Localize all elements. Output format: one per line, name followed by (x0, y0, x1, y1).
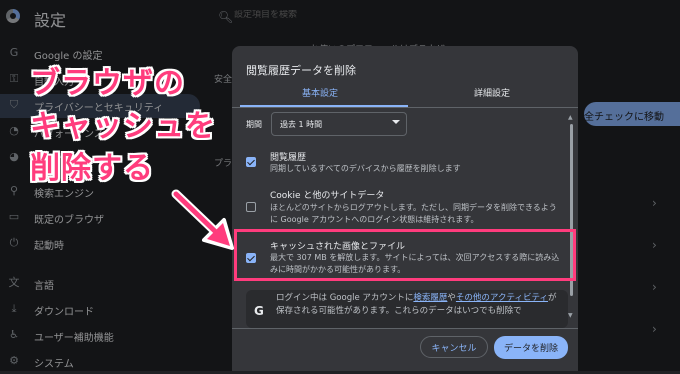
dialog-title: 閲覧履歴データを削除 (246, 64, 356, 77)
info-text-mid: や (447, 293, 456, 303)
scroll-down-arrow-icon[interactable]: ▼ (568, 312, 573, 319)
tab-divider (232, 107, 578, 108)
highlight-box (234, 229, 576, 281)
period-select[interactable]: 過去 1 時間 (271, 112, 407, 136)
cancel-button[interactable]: キャンセル (420, 336, 488, 358)
history-checkbox[interactable] (246, 157, 256, 167)
period-select-value: 過去 1 時間 (280, 120, 323, 129)
delete-data-button[interactable]: データを削除 (494, 336, 568, 359)
annotation-line-1: ブラウザの (30, 66, 185, 101)
other-activity-link[interactable]: その他のアクティビティ (456, 293, 548, 303)
search-history-link[interactable]: 検索履歴 (413, 293, 447, 303)
account-info-text: ログイン中は Google アカウントに検索履歴やその他のアクティビティが保存さ… (276, 292, 562, 318)
cookies-desc: ほとんどのサイトからログアウトします。ただし、同期データを削除できるように Go… (270, 203, 557, 224)
cookies-title: Cookie と他のサイトデータ (270, 191, 385, 201)
annotation-line-3: 削除する (30, 151, 154, 186)
history-desc: 同期しているすべてのデバイスから履歴を削除します (270, 164, 461, 173)
info-text-prefix: ログイン中は Google アカウントに (276, 293, 414, 303)
annotation-line-2: キャッシュを (30, 109, 216, 144)
cookies-checkbox[interactable] (246, 202, 256, 212)
history-title: 閲覧履歴 (270, 153, 307, 163)
annotation-arrow-icon (171, 189, 234, 250)
dropdown-caret-icon (392, 120, 400, 124)
google-icon: G (254, 304, 264, 318)
scroll-up-arrow-icon[interactable]: ▲ (568, 114, 573, 121)
account-info-notice: G ログイン中は Google アカウントに検索履歴やその他のアクティビティが保… (246, 290, 568, 328)
footer-divider (232, 328, 578, 329)
clear-browsing-data-dialog: 閲覧履歴データを削除 基本設定 詳細設定 期間 過去 1 時間 閲覧履歴 同期し… (232, 46, 578, 371)
tab-advanced[interactable]: 詳細設定 (412, 86, 572, 108)
period-label: 期間 (246, 120, 262, 129)
